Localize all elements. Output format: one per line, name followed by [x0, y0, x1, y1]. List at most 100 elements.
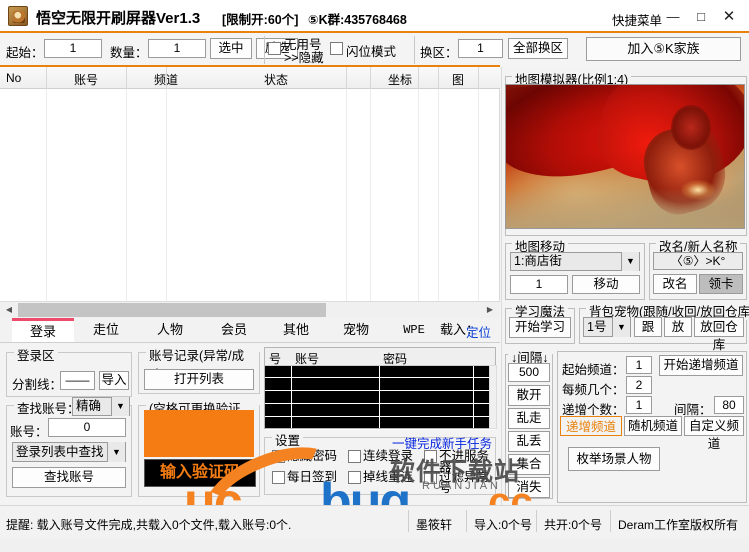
- rename-button[interactable]: 改名: [653, 274, 697, 294]
- filter-abnormal-checkbox[interactable]: [424, 471, 437, 484]
- qq-group-label: ⑤K群:435768468: [308, 13, 407, 27]
- account-input[interactable]: 0: [48, 418, 126, 437]
- table-row[interactable]: [265, 418, 495, 430]
- tab-wpe[interactable]: WPE: [388, 318, 440, 342]
- pet-follow-button[interactable]: 跟: [634, 317, 662, 337]
- import-button[interactable]: 导入: [99, 371, 129, 390]
- table-row[interactable]: [265, 405, 495, 417]
- daily-signin-checkbox[interactable]: [272, 471, 285, 484]
- interval2-input[interactable]: 80: [714, 396, 744, 414]
- no-enter-server-checkbox[interactable]: [424, 450, 437, 463]
- title-bar: 悟空无限开刷屏器Ver1.3 [限制开:60个] ⑤K群:435768468 快…: [0, 0, 749, 32]
- chevron-down-icon-2[interactable]: ▼: [107, 442, 125, 462]
- start-increment-button[interactable]: 开始递增频道: [659, 355, 743, 376]
- vanish-button[interactable]: 消失: [508, 477, 550, 498]
- close-icon[interactable]: ✕: [718, 8, 740, 26]
- tab-move[interactable]: 走位: [76, 318, 136, 342]
- per-channel-label: 每频几个：: [562, 383, 625, 397]
- map-coord-input[interactable]: 1: [510, 275, 568, 294]
- tab-login[interactable]: 登录: [12, 318, 74, 342]
- start-channel-label: 起始频道：: [562, 363, 625, 377]
- change-zone-input[interactable]: 1: [458, 39, 503, 58]
- toolbar: 起始： 1 数量： 1 选中 反选 无用号 >>隐藏 闪位模式 换区： 1 全部…: [0, 33, 749, 66]
- list-horizontal-scrollbar[interactable]: ◀ ▶: [0, 301, 500, 318]
- start-input[interactable]: 1: [44, 39, 102, 58]
- quick-menu-button[interactable]: 快捷菜单: [612, 10, 662, 29]
- table-row[interactable]: [265, 379, 495, 391]
- col-num: 号: [269, 352, 282, 366]
- status-tip: 提醒: 载入账号文件完成,共载入0个文件,载入账号:0个.: [6, 518, 292, 532]
- interval-input[interactable]: 500: [508, 363, 550, 382]
- get-card-button[interactable]: 领卡: [699, 274, 743, 294]
- chevron-down-icon[interactable]: ▼: [111, 397, 129, 416]
- account-list[interactable]: No 账号 频道 状态 坐标 图: [0, 67, 500, 301]
- table-row[interactable]: [265, 366, 495, 378]
- app-title: 悟空无限开刷屏器Ver1.3: [36, 10, 201, 27]
- account-table-scrollbar[interactable]: [489, 365, 497, 429]
- tab-pet[interactable]: 宠物: [328, 318, 384, 342]
- map-dust-decor: [506, 188, 744, 228]
- tab-character[interactable]: 人物: [140, 318, 200, 342]
- find-mode-select[interactable]: 精确 ▼: [72, 397, 130, 416]
- column-account: 账号: [73, 73, 98, 87]
- scatter-button[interactable]: 散开: [508, 385, 550, 406]
- open-list-button[interactable]: 打开列表: [144, 369, 254, 390]
- change-all-zones-button[interactable]: 全部换区: [508, 38, 568, 59]
- select-button[interactable]: 选中: [210, 38, 252, 59]
- flash-mode-checkbox[interactable]: [330, 42, 343, 55]
- map-character-head-decor: [671, 105, 711, 150]
- divider-input[interactable]: ——: [60, 371, 95, 390]
- tab-member[interactable]: 会员: [204, 318, 264, 342]
- chevron-down-icon-map[interactable]: ▼: [621, 252, 639, 271]
- gather-button[interactable]: 集合: [508, 454, 550, 475]
- status-copyright: Deram工作室版权所有: [618, 518, 739, 532]
- pet-release-button[interactable]: 放: [664, 317, 692, 337]
- account-label: 账号：: [10, 425, 48, 439]
- scroll-thumb[interactable]: [18, 303, 326, 317]
- unused-hide-checkbox[interactable]: [268, 42, 281, 55]
- minimize-icon[interactable]: —: [662, 8, 684, 26]
- random-walk-button[interactable]: 乱走: [508, 408, 550, 429]
- reconnect-checkbox[interactable]: [348, 471, 361, 484]
- tab-custom-channel[interactable]: 自定义频道: [684, 416, 744, 451]
- scroll-right-icon[interactable]: ▶: [482, 302, 498, 318]
- pet-select[interactable]: 1号 ▼: [583, 317, 631, 337]
- find-account-button[interactable]: 查找账号: [12, 467, 126, 488]
- continuous-login-checkbox[interactable]: [348, 450, 361, 463]
- map-move-button[interactable]: 移动: [572, 275, 640, 294]
- tab-increment-channel[interactable]: 递增频道: [560, 416, 622, 436]
- start-channel-input[interactable]: 1: [626, 356, 652, 374]
- flash-mode-label: 闪位模式: [346, 45, 397, 59]
- pet-store-button[interactable]: 放回仓库: [694, 317, 744, 352]
- tab-other[interactable]: 其他: [268, 318, 324, 342]
- open-limit-label: [限制开:60个]: [222, 13, 299, 27]
- per-channel-input[interactable]: 2: [626, 376, 652, 394]
- captcha-input[interactable]: 输入验证码: [144, 459, 256, 487]
- chevron-down-icon-pet[interactable]: ▼: [612, 317, 630, 337]
- hide-password-checkbox[interactable]: [272, 450, 285, 463]
- start-learn-button[interactable]: 开始学习: [509, 317, 571, 338]
- column-coordinate: 坐标: [387, 73, 412, 87]
- col-password: 密码: [383, 352, 408, 366]
- col-account: 账号: [295, 352, 320, 366]
- increment-count-input[interactable]: 1: [626, 396, 652, 414]
- random-drop-button[interactable]: 乱丢: [508, 431, 550, 452]
- map-simulator-image[interactable]: [505, 84, 745, 229]
- maximize-icon[interactable]: □: [690, 8, 712, 26]
- map-select[interactable]: 1:商店街 ▼: [510, 252, 640, 271]
- account-table-body[interactable]: [265, 366, 495, 430]
- enumerate-scene-button[interactable]: 枚举场景人物: [568, 447, 660, 471]
- account-password-table[interactable]: 号 账号 密码: [264, 347, 496, 430]
- count-input[interactable]: 1: [148, 39, 206, 58]
- rename-input[interactable]: 〈⑤〉>K°: [653, 252, 743, 270]
- table-row[interactable]: [265, 392, 495, 404]
- locate-link[interactable]: 定位: [466, 322, 491, 341]
- captcha-image[interactable]: [144, 410, 254, 457]
- join-family-button[interactable]: 加入⑤K家族: [586, 37, 741, 61]
- scroll-left-icon[interactable]: ◀: [1, 302, 17, 318]
- count-label: 数量：: [110, 46, 148, 60]
- hide-password-label: 隐藏密码: [287, 449, 338, 463]
- tab-random-channel[interactable]: 随机频道: [624, 416, 682, 436]
- find-scope-select[interactable]: 登录列表中查找 ▼: [12, 442, 126, 462]
- status-bar: 提醒: 载入账号文件完成,共载入0个文件,载入账号:0个. 墨筱轩 导入:0个号…: [0, 505, 749, 537]
